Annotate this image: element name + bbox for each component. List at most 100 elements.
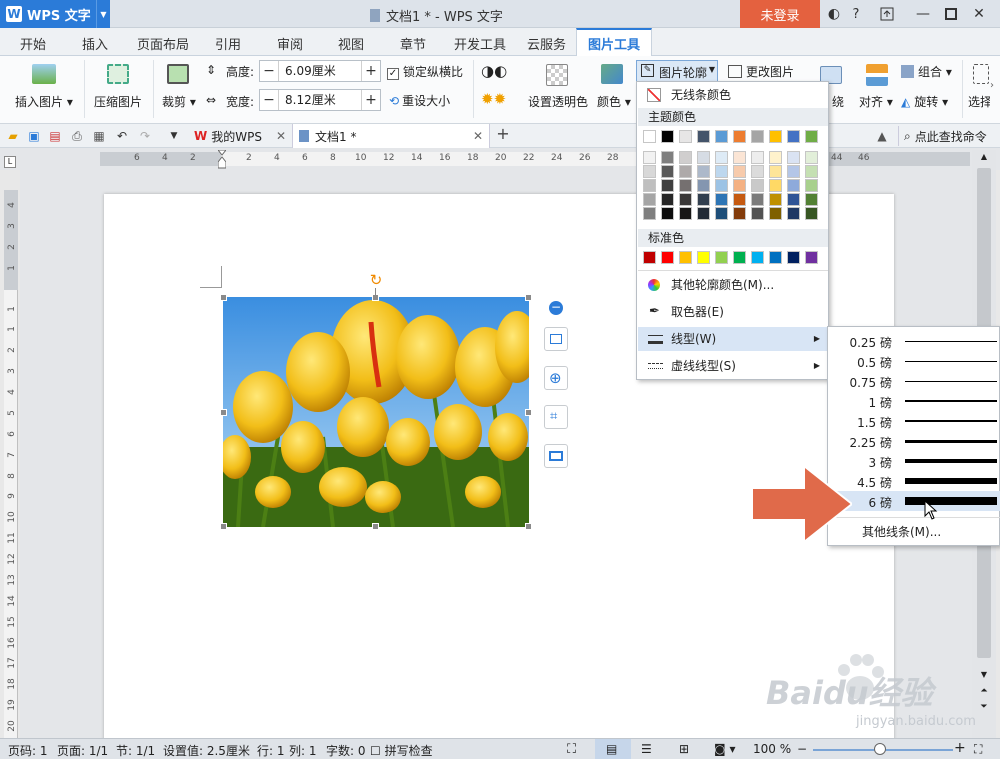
crop-button[interactable]: 裁剪 ▾ — [162, 93, 196, 110]
fit-window-icon[interactable]: ⛶ — [974, 742, 982, 757]
theme-color-swatch[interactable] — [751, 130, 764, 143]
theme-shade-swatch[interactable] — [697, 165, 710, 178]
eyedropper-item[interactable]: ✒ 取色器(E) — [638, 300, 828, 324]
theme-shade-swatch[interactable] — [769, 165, 782, 178]
insert-picture-button[interactable]: 插入图片 ▾ — [15, 93, 73, 110]
next-page-icon[interactable]: ⏷ — [976, 702, 992, 716]
print-preview-icon[interactable]: ▦ — [92, 129, 106, 143]
minimize-icon[interactable]: — — [912, 4, 934, 24]
collapse-toolbar-icon[interactable]: − — [549, 301, 563, 315]
standard-color-swatch[interactable] — [733, 251, 746, 264]
theme-shade-swatch[interactable] — [643, 207, 656, 220]
transparent-color-icon[interactable] — [546, 64, 568, 86]
reset-size-button[interactable]: ⟲ 重设大小 — [389, 92, 450, 109]
standard-color-swatch[interactable] — [805, 251, 818, 264]
theme-shade-swatch[interactable] — [769, 151, 782, 164]
spell-check-toggle[interactable]: ☐ 拼写检查 — [370, 742, 433, 759]
theme-shade-swatch[interactable] — [805, 207, 818, 220]
app-menu-button[interactable]: W WPS 文字 ▼ — [0, 0, 110, 28]
resize-handle-s[interactable] — [372, 523, 379, 530]
theme-color-swatch[interactable] — [769, 130, 782, 143]
theme-shade-swatch[interactable] — [679, 193, 692, 206]
set-transparent-button[interactable]: 设置透明色 — [528, 93, 588, 110]
more-lines-item[interactable]: 其他线条(M)... — [862, 523, 941, 540]
color-button[interactable]: 颜色 ▾ — [597, 93, 631, 110]
change-picture-button[interactable]: 更改图片 — [728, 63, 794, 80]
theme-shade-swatch[interactable] — [643, 165, 656, 178]
theme-color-swatch[interactable] — [679, 130, 692, 143]
tab-insert[interactable]: 插入 — [82, 34, 108, 53]
restore-ribbon-icon[interactable] — [876, 4, 898, 24]
theme-shade-swatch[interactable] — [787, 207, 800, 220]
theme-shade-swatch[interactable] — [643, 151, 656, 164]
theme-shade-swatch[interactable] — [679, 151, 692, 164]
theme-shade-swatch[interactable] — [697, 193, 710, 206]
theme-shade-swatch[interactable] — [805, 179, 818, 192]
line-weight-option[interactable]: 0.5 磅 — [829, 351, 1000, 371]
theme-shade-swatch[interactable] — [751, 207, 764, 220]
line-weight-option[interactable]: 3 磅 — [829, 451, 1000, 471]
wrap-button[interactable]: 绕 — [832, 93, 844, 110]
align-icon[interactable] — [866, 64, 888, 86]
tab-my-wps[interactable]: W 我的WPS ✕ — [188, 124, 290, 148]
line-weight-option[interactable]: 1.5 磅 — [829, 411, 1000, 431]
theme-shade-swatch[interactable] — [679, 165, 692, 178]
standard-color-swatch[interactable] — [787, 251, 800, 264]
resize-handle-se[interactable] — [525, 523, 532, 530]
theme-shade-swatch[interactable] — [643, 193, 656, 206]
tulip-picture[interactable] — [223, 297, 529, 527]
line-weight-option[interactable]: 0.25 磅 — [829, 331, 1000, 351]
scroll-up-icon[interactable]: ▲ — [976, 152, 992, 166]
line-style-item[interactable]: 线型(W) ▶ — [638, 327, 828, 351]
compress-picture-icon[interactable] — [107, 64, 129, 84]
standard-color-swatch[interactable] — [751, 251, 764, 264]
theme-shade-swatch[interactable] — [769, 193, 782, 206]
theme-shade-swatch[interactable] — [661, 207, 674, 220]
line-weight-option[interactable]: 6 磅 — [829, 491, 1000, 511]
theme-shade-swatch[interactable] — [805, 165, 818, 178]
select-button[interactable]: 选择 — [968, 93, 990, 110]
line-weight-option[interactable]: 4.5 磅 — [829, 471, 1000, 491]
save-icon[interactable]: ▣ — [27, 129, 41, 143]
maximize-icon[interactable] — [940, 4, 962, 24]
theme-color-swatch[interactable] — [661, 130, 674, 143]
line-weight-option[interactable]: 0.75 磅 — [829, 371, 1000, 391]
standard-color-swatch[interactable] — [697, 251, 710, 264]
fullscreen-icon[interactable]: ⛶ — [567, 742, 576, 757]
theme-shade-swatch[interactable] — [697, 207, 710, 220]
tab-chapter[interactable]: 章节 — [400, 34, 426, 53]
web-view-icon[interactable]: ⊞ — [679, 742, 689, 756]
indent-marker[interactable] — [216, 149, 228, 170]
theme-shade-swatch[interactable] — [715, 193, 728, 206]
command-icon[interactable]: ▲ — [875, 129, 889, 143]
tab-picture-tools[interactable]: 图片工具 — [576, 28, 652, 57]
theme-color-swatch[interactable] — [805, 130, 818, 143]
insert-picture-icon[interactable] — [32, 64, 56, 84]
increase-height-button[interactable]: + — [362, 61, 380, 81]
brightness-icon[interactable]: ✹✹ — [481, 90, 506, 108]
theme-shade-swatch[interactable] — [787, 193, 800, 206]
tab-view[interactable]: 视图 — [338, 34, 364, 53]
align-button[interactable]: 对齐 ▾ — [859, 93, 893, 110]
standard-color-swatch[interactable] — [769, 251, 782, 264]
theme-color-swatch[interactable] — [697, 130, 710, 143]
theme-shade-swatch[interactable] — [697, 179, 710, 192]
theme-shade-swatch[interactable] — [661, 165, 674, 178]
tab-home[interactable]: 开始 — [20, 34, 46, 53]
height-stepper[interactable]: − 6.09厘米 + — [259, 60, 381, 82]
theme-shade-swatch[interactable] — [751, 165, 764, 178]
tab-page-layout[interactable]: 页面布局 — [137, 34, 189, 53]
lock-ratio-checkbox[interactable]: ✓ 锁定纵横比 — [387, 63, 463, 80]
new-tab-icon[interactable]: + — [496, 126, 510, 142]
close-icon[interactable]: ✕ — [968, 4, 990, 24]
group-button[interactable]: 组合 ▾ — [901, 63, 952, 80]
theme-color-swatch[interactable] — [733, 130, 746, 143]
layout-options-button[interactable] — [544, 327, 568, 351]
word-count[interactable]: 字数: 0 — [326, 742, 366, 759]
theme-shade-swatch[interactable] — [751, 151, 764, 164]
tab-review[interactable]: 审阅 — [277, 34, 303, 53]
rotate-handle-icon[interactable]: ↻ — [368, 272, 384, 288]
theme-shade-swatch[interactable] — [715, 151, 728, 164]
theme-color-swatch[interactable] — [787, 130, 800, 143]
crop-picture-button[interactable]: ⌗ — [544, 405, 568, 429]
